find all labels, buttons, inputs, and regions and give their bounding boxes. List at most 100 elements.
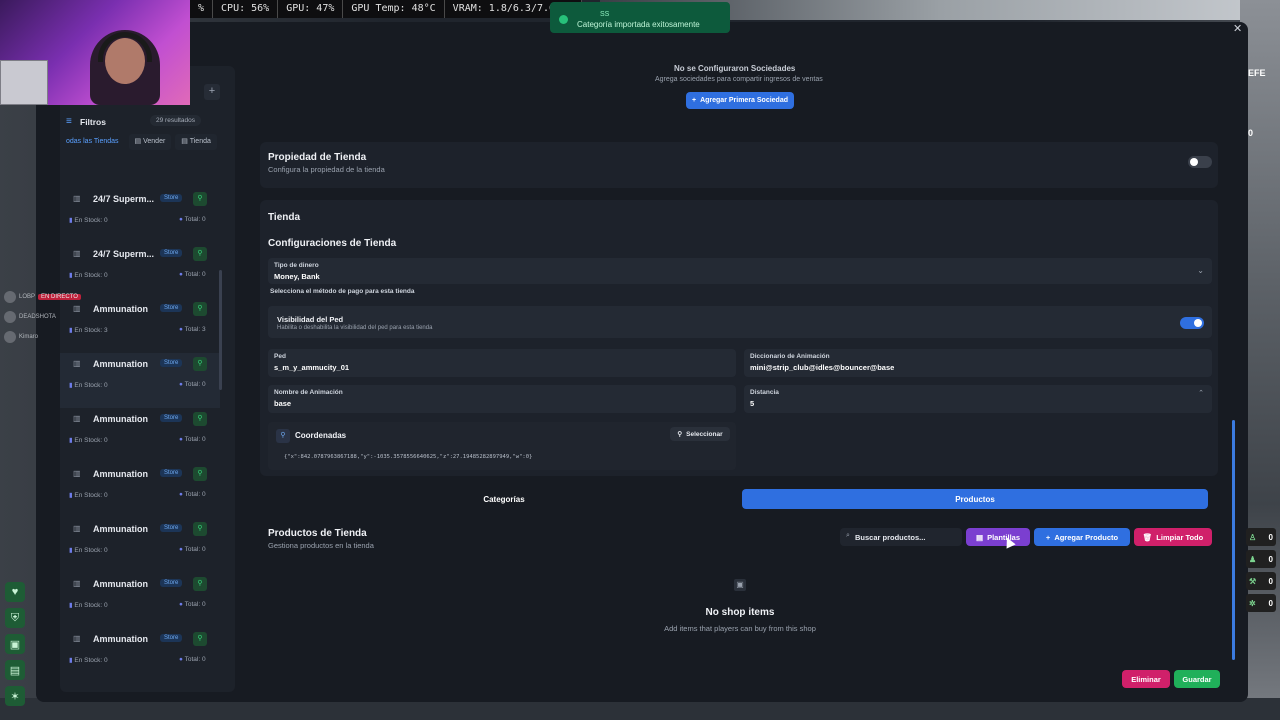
shop-type-badge: Store (160, 359, 183, 367)
store-icon: ▥ (73, 634, 81, 643)
property-subtitle: Configura la propiedad de la tienda (268, 165, 385, 174)
money-type-select[interactable]: Tipo de dinero Money, Bank ⌄ (268, 258, 1212, 284)
shop-type-badge: Store (160, 469, 183, 477)
stream-chat-overlay: LOBP EN DIRECTO DEADSHOTA Kimaro (4, 291, 124, 352)
filters-header[interactable]: ≡ Filtros 29 resultados (60, 113, 220, 131)
gear-icon: ✲ (1249, 598, 1256, 608)
shop-stock: ▮ En Stock: 0 (69, 656, 108, 664)
ped-visibility-subtitle: Habilita o deshabilita la visibilidad de… (277, 325, 433, 331)
shop-list-item[interactable]: ▥ Ammunation Store ⚲ ▮ En Stock: 0 ● Total: 0 (60, 353, 220, 408)
products-empty-subtitle: Add items that players can buy from this… (664, 624, 816, 633)
templates-button[interactable]: ▤ Plantillas (966, 528, 1030, 546)
shop-list-item[interactable]: ▥ Ammunation Store ⚲ ▮ En Stock: 0 ● Total: 0 (60, 518, 220, 573)
shop-name: Ammunation (93, 414, 148, 424)
anim-dict-field[interactable]: Diccionario de Animación mini@strip_club… (744, 349, 1212, 377)
map-pin-icon: ⚲ (276, 429, 290, 443)
wrench-icon: ⚒ (1249, 576, 1257, 586)
stock-icon: ▮ (69, 217, 73, 224)
store-icon: ▥ (73, 579, 81, 588)
clear-all-button[interactable]: 🗑 Limpiar Todo (1134, 528, 1212, 546)
shop-name: 24/7 Superm... (93, 194, 155, 204)
shop-name: Ammunation (93, 469, 148, 479)
map-pin-icon[interactable]: ⚲ (193, 192, 207, 206)
product-search-placeholder: Buscar productos... (855, 533, 926, 542)
map-pin-icon[interactable]: ⚲ (193, 577, 207, 591)
shop-stock: ▮ En Stock: 0 (69, 546, 108, 554)
property-toggle-knob (1190, 158, 1198, 166)
shop-list-item[interactable]: ▥ Ammunation Store ⚲ ▮ En Stock: 0 ● Total: 0 (60, 573, 220, 628)
hud-stat-value: 0 (1268, 598, 1273, 608)
shop-total-label: Total: 0 (184, 491, 206, 498)
money-type-label: Tipo de dinero (274, 262, 319, 269)
perf-pct: % (190, 0, 214, 18)
hud-top-value: 0 (1248, 128, 1254, 138)
ped-visibility-toggle-knob (1194, 319, 1202, 327)
societies-empty-title: No se Configuraron Sociedades (674, 64, 796, 73)
chevron-up-icon[interactable]: ⌃ (1198, 389, 1204, 397)
shop-type-badge: Store (160, 414, 183, 422)
perf-cpu: CPU: 56% (213, 0, 279, 18)
add-first-society-button[interactable]: + Agregar Primera Sociedad (686, 92, 794, 109)
filter-tab-tienda[interactable]: ▤ Tienda (175, 134, 217, 150)
perf-gpu: GPU: 47% (278, 0, 344, 18)
avatar (4, 291, 16, 303)
anim-name-field[interactable]: Nombre de Animación base (268, 385, 736, 413)
check-icon (559, 15, 568, 24)
total-icon: ● (179, 436, 183, 443)
shop-stock-label: En Stock: 0 (74, 437, 108, 444)
products-empty-title: No shop items (705, 607, 775, 618)
hud-stat-value: 0 (1268, 576, 1273, 586)
shop-list-item[interactable]: ▥ Ammunation Store ⚲ ▮ En Stock: 0 ● Total: 0 (60, 408, 220, 463)
select-coordinates-button[interactable]: ⚲ Seleccionar (670, 427, 730, 441)
distance-field[interactable]: Distancia 5 ⌃ (744, 385, 1212, 413)
map-pin-icon[interactable]: ⚲ (193, 412, 207, 426)
tab-products[interactable]: Productos (742, 489, 1208, 509)
filter-tab-vender-label: Vender (143, 138, 166, 145)
ped-label: Ped (274, 353, 286, 360)
add-product-label: Agregar Producto (1054, 532, 1119, 542)
anim-name-value: base (274, 399, 292, 408)
money-type-value: Money, Bank (274, 272, 320, 281)
total-icon: ● (179, 381, 183, 388)
filter-tab-all[interactable]: odas las Tiendas (60, 134, 125, 150)
tab-categories[interactable]: Categorías (268, 489, 740, 509)
shop-total: ● Total: 3 (179, 326, 206, 333)
filter-tab-vender[interactable]: ▤ Vender (128, 134, 172, 150)
content-scrollbar[interactable] (1232, 420, 1235, 660)
avatar (4, 331, 16, 343)
product-search-input[interactable]: ⌕ Buscar productos... (840, 528, 962, 546)
map-pin-icon[interactable]: ⚲ (193, 247, 207, 261)
delete-button[interactable]: Eliminar (1122, 670, 1170, 688)
avatar (4, 311, 16, 323)
save-button[interactable]: Guardar (1174, 670, 1220, 688)
chat-row: Kimaro (4, 331, 124, 343)
shop-stock: ▮ En Stock: 0 (69, 381, 108, 389)
map-pin-icon[interactable]: ⚲ (193, 357, 207, 371)
select-coordinates-label: Seleccionar (686, 430, 723, 438)
products-subtitle: Gestiona productos en la tienda (268, 541, 374, 550)
toast-title: SS (600, 11, 610, 18)
ped-visibility-toggle[interactable] (1180, 317, 1204, 329)
close-icon[interactable]: ✕ (1233, 22, 1242, 35)
performance-overlay: % CPU: 56% GPU: 47% GPU Temp: 48°C VRAM:… (190, 0, 583, 18)
ped-field[interactable]: Ped s_m_y_ammucity_01 (268, 349, 736, 377)
shop-name: Ammunation (93, 359, 148, 369)
sidebar-scrollbar[interactable] (219, 270, 222, 390)
add-shop-button[interactable]: + (204, 84, 220, 100)
map-pin-icon[interactable]: ⚲ (193, 632, 207, 646)
shop-stock-label: En Stock: 0 (74, 217, 108, 224)
shop-list-item[interactable]: ▥ Ammunation Store ⚲ ▮ En Stock: 0 ● Total: 0 (60, 463, 220, 518)
map-pin-icon[interactable]: ⚲ (193, 467, 207, 481)
property-toggle[interactable] (1188, 156, 1212, 168)
shop-list-item[interactable]: ▥ 24/7 Superm... Store ⚲ ▮ En Stock: 0 ● Tota… (60, 188, 220, 243)
shop-name: Ammunation (93, 634, 148, 644)
shop-empty-icon: ▣ (734, 579, 746, 591)
perf-gpu-temp: GPU Temp: 48°C (343, 0, 445, 18)
run-icon: ✶ (5, 686, 25, 706)
shop-list-item[interactable]: ▥ 24/7 Superm... Store ⚲ ▮ En Stock: 0 ● Tota… (60, 243, 220, 298)
map-pin-icon[interactable]: ⚲ (193, 522, 207, 536)
map-pin-icon[interactable]: ⚲ (193, 302, 207, 316)
shop-list-item[interactable]: ▥ Ammunation Store ⚲ ▮ En Stock: 0 ● Total: 0 (60, 628, 220, 683)
document-icon: ▤ (975, 532, 984, 542)
add-product-button[interactable]: + Agregar Producto (1034, 528, 1130, 546)
